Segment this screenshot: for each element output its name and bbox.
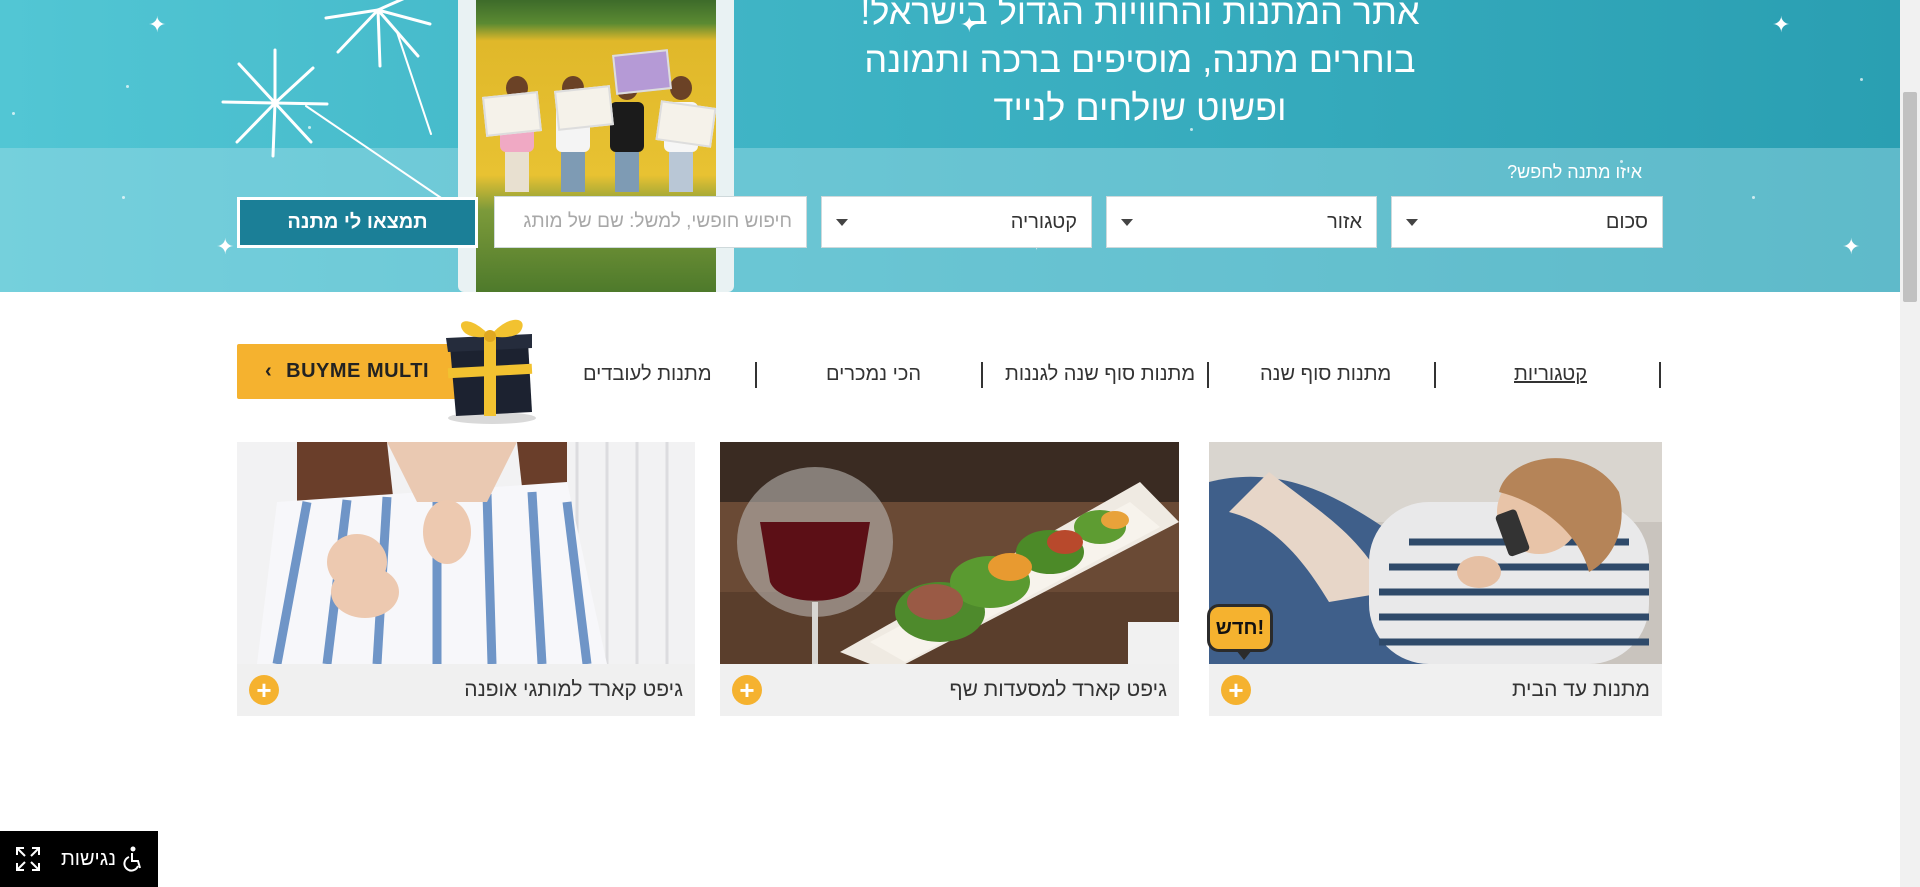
card-title: גיפט קארד למותגי אופנה [464,678,683,701]
accessibility-label: נגישות [60,847,116,870]
sparkle-icon: ✦ [148,12,167,37]
hero-headline-line: אתר המתנות והחוויות הגדול בישראל! [860,0,1420,32]
find-gift-button[interactable]: תמצאו לי מתנה [237,197,478,248]
plus-icon[interactable]: + [1221,675,1251,705]
area-select-value: אזור [1327,210,1362,233]
plus-icon[interactable]: + [732,675,762,705]
card-home-gifts[interactable]: מתנות עד הבית + [1209,442,1662,716]
firework-trail [396,31,432,135]
expand-icon [16,847,40,871]
kids-photo [476,0,716,292]
sparkle-icon: ✦ [1842,234,1861,259]
sparkle-icon: ✦ [216,234,235,259]
wheelchair-icon [123,846,141,872]
chevron-down-icon [1121,218,1133,226]
firework-trail [305,105,451,205]
card-footer: מתנות עד הבית + [1209,664,1662,716]
card-image [237,442,695,664]
nav-item-categories[interactable]: קטגוריות [1514,354,1587,394]
card-footer: גיפט קארד למותגי אופנה + [237,664,695,716]
page-scrollbar[interactable] [1900,0,1920,887]
card-chef-restaurants[interactable]: גיפט קארד למסעדות שף + [720,442,1179,716]
gift-box-icon [446,319,536,424]
nav-separator [981,362,983,388]
card-image [720,442,1179,664]
buyme-multi-label: BUYME MULTI [286,360,430,382]
plus-icon[interactable]: + [249,675,279,705]
scrollbar-thumb[interactable] [1903,92,1917,302]
chevron-down-icon [1406,218,1418,226]
nav-item-kindergarten-teachers[interactable]: מתנות סוף שנה לגננות [1005,354,1195,394]
free-search-placeholder: חיפוש חופשי, למשל: שם של מותג [523,211,792,232]
accessibility-button[interactable]: נגישות [0,831,158,887]
hero-headline-line: בוחרים מתנה, מוסיפים ברכה ותמונה [864,39,1416,80]
card-image [1209,442,1662,664]
card-fashion-brands[interactable]: גיפט קארד למותגי אופנה + [237,442,695,716]
category-select[interactable]: קטגוריה [821,196,1092,248]
phone-mockup [458,0,734,292]
nav-item-best-sellers[interactable]: הכי נמכרים [826,354,921,394]
card-title: מתנות עד הבית [1511,678,1650,701]
chevron-down-icon [836,218,848,226]
amount-select-value: סכום [1605,210,1648,233]
nav-separator [1434,362,1436,388]
new-badge: חדש! [1207,604,1273,660]
category-select-value: קטגוריה [1010,210,1077,233]
card-footer: גיפט קארד למסעדות שף + [720,664,1179,716]
area-select[interactable]: אזור [1106,196,1377,248]
free-search-input[interactable]: חיפוש חופשי, למשל: שם של מותג [494,196,807,248]
nav-item-year-end-gifts[interactable]: מתנות סוף שנה [1260,354,1391,394]
hero-headline-line: ופשוט שולחים לנייד [993,87,1287,128]
hero-headline: אתר המתנות והחוויות הגדול בישראל! בוחרים… [790,0,1490,132]
hero-banner: ✦ ✦ ✦ ✦ ✦ ✦ [0,0,1900,292]
nav-separator [1207,362,1209,388]
sparkle-icon: ✦ [1772,12,1791,37]
nav-separator [755,362,757,388]
amount-select[interactable]: סכום [1391,196,1663,248]
nav-item-employee-gifts[interactable]: מתנות לעובדים [583,354,712,394]
chevron-left-icon: ‹ [265,360,273,382]
card-title: גיפט קארד למסעדות שף [949,678,1167,701]
search-question: איזו מתנה לחפש? [1507,162,1642,182]
nav-separator [1659,362,1661,388]
